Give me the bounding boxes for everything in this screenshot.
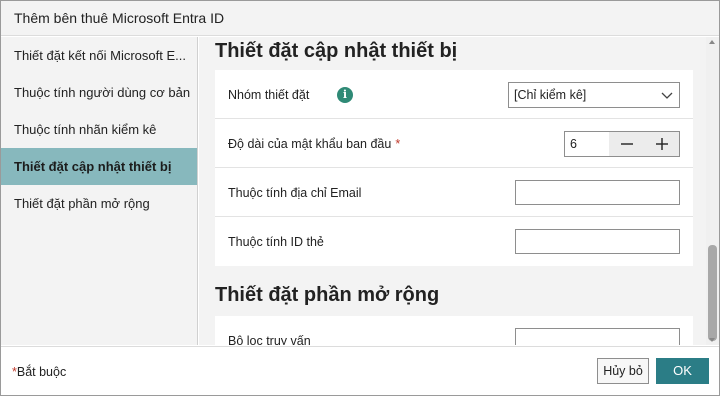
add-entra-tenant-dialog: Thêm bên thuê Microsoft Entra ID Thiết đ… xyxy=(0,0,720,396)
sidebar-item-inventory-label-attributes[interactable]: Thuộc tính nhãn kiểm kê xyxy=(1,111,197,148)
sidebar-item-basic-user-attributes[interactable]: Thuộc tính người dùng cơ bản xyxy=(1,74,197,111)
settings-group-value: [Chỉ kiểm kê] xyxy=(514,88,587,102)
password-length-stepper: 6 xyxy=(564,131,680,157)
minus-icon xyxy=(620,143,633,145)
settings-content: Thiết đặt cập nhật thiết bị Nhóm thiết đ… xyxy=(199,37,706,345)
id-attribute-row: Thuộc tính ID thẻ xyxy=(215,217,693,266)
dialog-title: Thêm bên thuê Microsoft Entra ID xyxy=(14,10,225,26)
device-update-card: Nhóm thiết đặt i [Chỉ kiểm kê] Độ dài củ… xyxy=(215,70,693,266)
dialog-footer: *Bắt buộc Hủy bỏ OK xyxy=(1,346,719,395)
settings-group-select[interactable]: [Chỉ kiểm kê] xyxy=(508,82,680,108)
query-filter-row: Bộ lọc truy vấn xyxy=(215,316,693,345)
scrollbar-thumb[interactable] xyxy=(708,245,717,341)
extensions-card: Bộ lọc truy vấn xyxy=(215,316,693,345)
content-scrollbar[interactable] xyxy=(706,37,719,345)
sidebar-item-extension-settings[interactable]: Thiết đặt phần mở rộng xyxy=(1,185,197,222)
title-bar: Thêm bên thuê Microsoft Entra ID xyxy=(1,1,719,36)
chevron-down-icon xyxy=(661,92,673,99)
settings-group-label: Nhóm thiết đặt xyxy=(228,88,310,102)
decrement-button[interactable] xyxy=(609,132,644,156)
scroll-up-icon[interactable] xyxy=(709,40,715,44)
password-length-row: Độ dài của mật khẩu ban đầu * 6 xyxy=(215,119,693,168)
ok-button[interactable]: OK xyxy=(656,358,709,384)
email-attribute-label: Thuộc tính địa chỉ Email xyxy=(228,186,362,200)
section-title-extensions: Thiết đặt phần mở rộng xyxy=(215,284,440,306)
id-attribute-input[interactable] xyxy=(515,229,680,254)
sidebar-item-device-update-settings[interactable]: Thiết đặt cập nhật thiết bị xyxy=(1,148,197,185)
sidebar-item-connection-settings[interactable]: Thiết đặt kết nối Microsoft E... xyxy=(1,37,197,74)
plus-icon xyxy=(655,138,668,150)
section-title-device-update: Thiết đặt cập nhật thiết bị xyxy=(215,40,458,62)
query-filter-input[interactable] xyxy=(515,328,680,345)
required-mark: * xyxy=(395,137,401,151)
increment-button[interactable] xyxy=(644,132,679,156)
password-length-input[interactable]: 6 xyxy=(565,132,609,156)
sidebar-nav: Thiết đặt kết nối Microsoft E... Thuộc t… xyxy=(1,37,198,345)
settings-group-row: Nhóm thiết đặt i [Chỉ kiểm kê] xyxy=(215,70,693,119)
email-attribute-input[interactable] xyxy=(515,180,680,205)
id-attribute-label: Thuộc tính ID thẻ xyxy=(228,235,324,249)
required-note: *Bắt buộc xyxy=(12,365,67,379)
info-icon[interactable]: i xyxy=(337,87,353,103)
query-filter-label: Bộ lọc truy vấn xyxy=(228,334,311,345)
cancel-button[interactable]: Hủy bỏ xyxy=(597,358,649,384)
email-attribute-row: Thuộc tính địa chỉ Email xyxy=(215,168,693,217)
password-length-label: Độ dài của mật khẩu ban đầu * xyxy=(228,137,401,151)
scroll-down-icon[interactable] xyxy=(709,338,715,342)
